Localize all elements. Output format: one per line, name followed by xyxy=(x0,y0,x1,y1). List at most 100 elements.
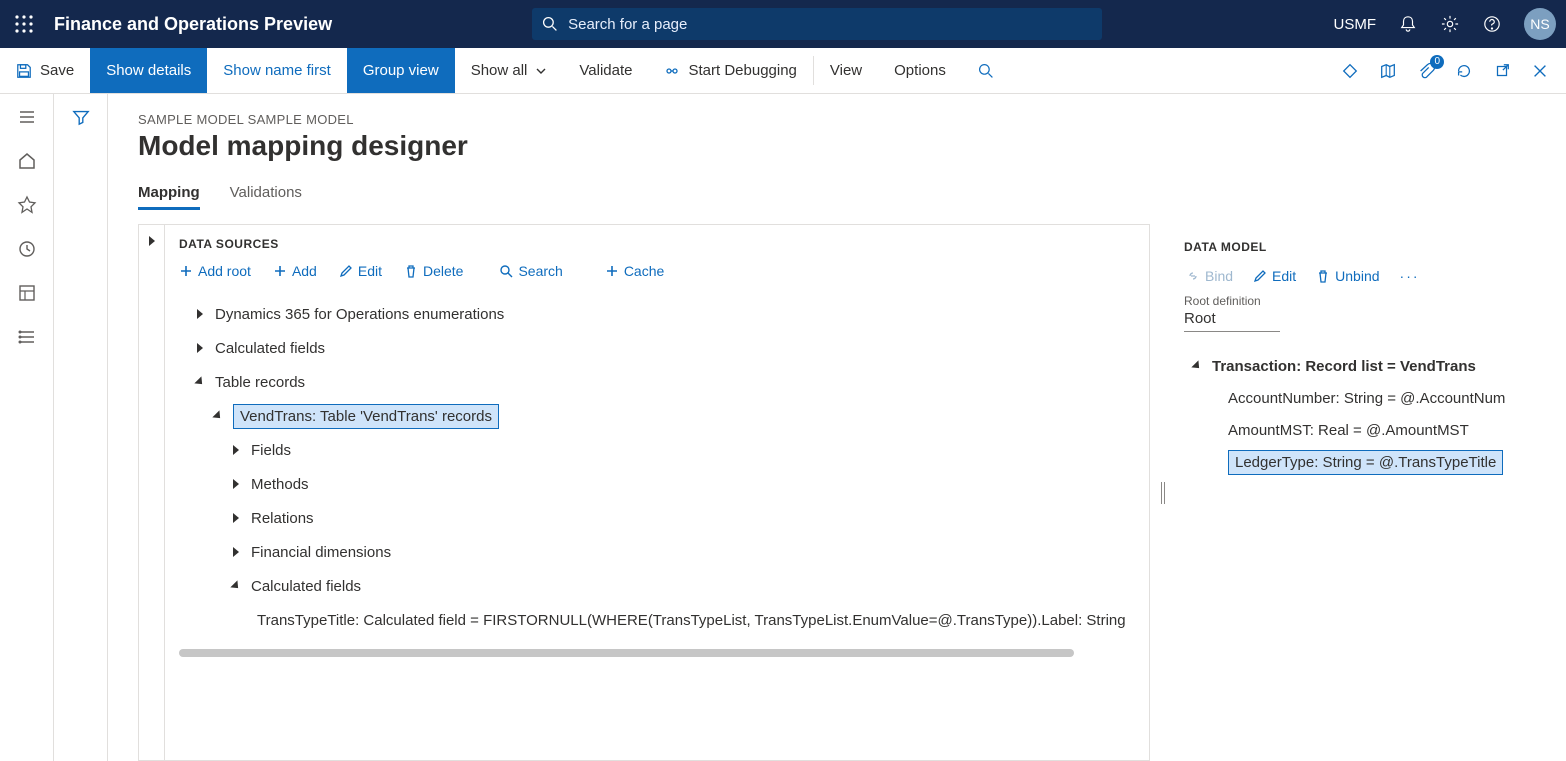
datasources-actions: Add root Add Edit Delete Search Cache xyxy=(179,263,1131,279)
more-button[interactable]: ··· xyxy=(1400,268,1420,284)
tree-node-selected[interactable]: VendTrans: Table 'VendTrans' records xyxy=(179,399,1131,433)
attachments-badge: 0 xyxy=(1430,55,1444,69)
filter-icon xyxy=(72,108,90,126)
main-area: SAMPLE MODEL SAMPLE MODEL Model mapping … xyxy=(0,94,1566,761)
page-toolbar: Save Show details Show name first Group … xyxy=(0,48,1566,94)
root-definition-value[interactable]: Root xyxy=(1184,310,1280,332)
page-content: SAMPLE MODEL SAMPLE MODEL Model mapping … xyxy=(108,94,1566,761)
global-search-input[interactable] xyxy=(568,16,1092,33)
search-icon xyxy=(542,16,558,32)
diamond-icon[interactable] xyxy=(1340,61,1360,81)
expand-icon[interactable] xyxy=(227,475,245,493)
datasources-tree: Dynamics 365 for Operations enumerations… xyxy=(179,297,1131,637)
user-avatar[interactable]: NS xyxy=(1524,8,1556,40)
expand-icon[interactable] xyxy=(227,509,245,527)
expand-icon[interactable] xyxy=(191,339,209,357)
horizontal-scrollbar[interactable] xyxy=(179,649,1074,657)
datasources-header: DATA SOURCES xyxy=(179,237,1131,251)
save-button[interactable]: Save xyxy=(0,48,90,93)
tree-node[interactable]: Relations xyxy=(179,501,1131,535)
filter-pane-toggle[interactable] xyxy=(54,94,108,761)
tree-node[interactable]: Transaction: Record list = VendTrans xyxy=(1182,350,1556,382)
search-button[interactable]: Search xyxy=(499,263,562,279)
view-menu[interactable]: View xyxy=(814,48,878,93)
chevron-right-icon xyxy=(149,233,155,760)
datasource-types-collapser[interactable] xyxy=(139,225,165,760)
datamodel-tree: Transaction: Record list = VendTrans Acc… xyxy=(1182,350,1556,478)
bind-button: Bind xyxy=(1186,268,1233,284)
app-launcher-icon[interactable] xyxy=(0,0,48,48)
favorites-icon[interactable] xyxy=(16,194,38,216)
header-right: USMF NS xyxy=(1334,8,1557,40)
hamburger-icon[interactable] xyxy=(16,106,38,128)
datamodel-actions: Bind Edit Unbind ··· xyxy=(1182,268,1556,284)
tree-node[interactable]: Methods xyxy=(179,467,1131,501)
attachments-icon[interactable]: 0 xyxy=(1416,61,1436,81)
page-title: Model mapping designer xyxy=(138,130,1566,162)
datasources-body: DATA SOURCES Add root Add Edit Delete Se… xyxy=(165,225,1149,760)
tree-node[interactable]: Fields xyxy=(179,433,1131,467)
notifications-icon[interactable] xyxy=(1398,14,1418,34)
tab-mapping[interactable]: Mapping xyxy=(138,184,200,210)
settings-icon[interactable] xyxy=(1440,14,1460,34)
page-tabs: Mapping Validations xyxy=(138,184,1566,210)
unbind-button[interactable]: Unbind xyxy=(1316,268,1379,284)
expand-icon[interactable] xyxy=(191,305,209,323)
toolbar-search-button[interactable] xyxy=(962,48,1010,93)
close-icon[interactable] xyxy=(1530,61,1550,81)
cache-button[interactable]: Cache xyxy=(605,263,664,279)
pane-splitter[interactable] xyxy=(1150,224,1176,761)
search-icon xyxy=(978,63,994,79)
tree-node[interactable]: AccountNumber: String = @.AccountNum xyxy=(1182,382,1556,414)
options-menu[interactable]: Options xyxy=(878,48,962,93)
tab-validations[interactable]: Validations xyxy=(230,184,302,210)
save-label: Save xyxy=(40,62,74,79)
show-all-dropdown[interactable]: Show all xyxy=(455,48,564,93)
collapse-icon[interactable] xyxy=(1188,357,1206,375)
collapse-icon[interactable] xyxy=(209,407,227,425)
collapse-icon[interactable] xyxy=(191,373,209,391)
home-icon[interactable] xyxy=(16,150,38,172)
tree-node[interactable]: Dynamics 365 for Operations enumerations xyxy=(179,297,1131,331)
datamodel-header: DATA MODEL xyxy=(1184,240,1556,254)
show-details-button[interactable]: Show details xyxy=(90,48,207,93)
edit-button[interactable]: Edit xyxy=(1253,268,1296,284)
tree-node[interactable]: Table records xyxy=(179,365,1131,399)
global-search[interactable] xyxy=(532,8,1102,40)
breadcrumb: SAMPLE MODEL SAMPLE MODEL xyxy=(138,112,1566,127)
add-button[interactable]: Add xyxy=(273,263,317,279)
help-icon[interactable] xyxy=(1482,14,1502,34)
workspaces-icon[interactable] xyxy=(16,282,38,304)
recent-icon[interactable] xyxy=(16,238,38,260)
company-code[interactable]: USMF xyxy=(1334,16,1377,33)
group-view-button[interactable]: Group view xyxy=(347,48,455,93)
toolbar-right: 0 xyxy=(1340,48,1566,93)
root-definition-label: Root definition xyxy=(1184,294,1556,308)
popout-icon[interactable] xyxy=(1492,61,1512,81)
global-header: Finance and Operations Preview USMF NS xyxy=(0,0,1566,48)
validate-button[interactable]: Validate xyxy=(563,48,648,93)
map-icon[interactable] xyxy=(1378,61,1398,81)
expand-icon[interactable] xyxy=(227,543,245,561)
split-panes: DATA SOURCES Add root Add Edit Delete Se… xyxy=(138,224,1566,761)
edit-button[interactable]: Edit xyxy=(339,263,382,279)
tree-node[interactable]: Calculated fields xyxy=(179,569,1131,603)
tree-node[interactable]: Financial dimensions xyxy=(179,535,1131,569)
tree-node[interactable]: AmountMST: Real = @.AmountMST xyxy=(1182,414,1556,446)
add-root-button[interactable]: Add root xyxy=(179,263,251,279)
app-title: Finance and Operations Preview xyxy=(54,14,332,35)
tree-node[interactable]: TransTypeTitle: Calculated field = FIRST… xyxy=(179,603,1131,637)
tree-node[interactable]: Calculated fields xyxy=(179,331,1131,365)
show-name-first-button[interactable]: Show name first xyxy=(207,48,347,93)
debug-icon xyxy=(664,63,680,79)
expand-icon[interactable] xyxy=(227,441,245,459)
grip-icon xyxy=(1161,482,1165,504)
refresh-icon[interactable] xyxy=(1454,61,1474,81)
datamodel-pane: DATA MODEL Bind Edit Unbind ··· Root def… xyxy=(1176,224,1566,761)
collapse-icon[interactable] xyxy=(227,577,245,595)
start-debugging-button[interactable]: Start Debugging xyxy=(648,48,812,93)
chevron-down-icon xyxy=(535,65,547,77)
delete-button[interactable]: Delete xyxy=(404,263,463,279)
tree-node-selected[interactable]: LedgerType: String = @.TransTypeTitle xyxy=(1182,446,1556,478)
modules-icon[interactable] xyxy=(16,326,38,348)
